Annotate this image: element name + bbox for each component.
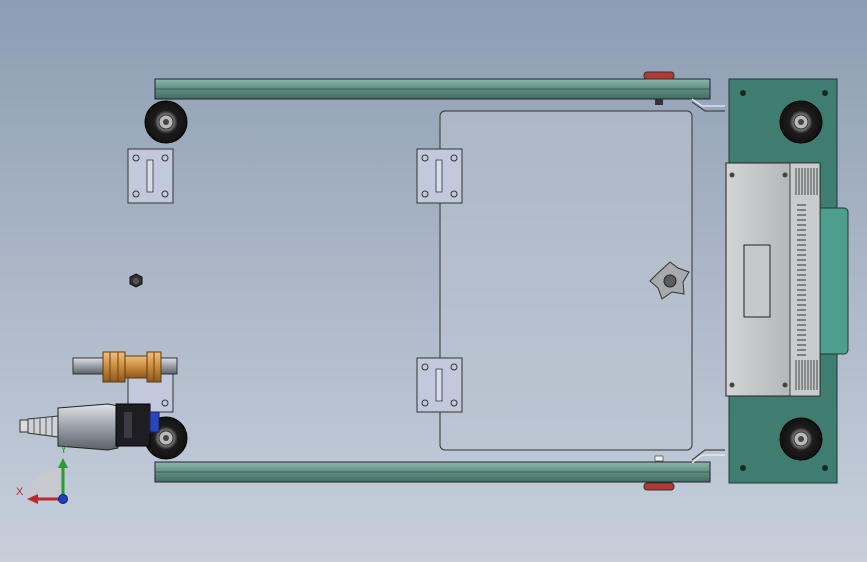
hex-nut bbox=[129, 273, 143, 288]
hinge-top-middle bbox=[416, 148, 463, 204]
caster-wheel-top-right bbox=[779, 100, 823, 144]
bottom-rail[interactable] bbox=[154, 455, 711, 491]
cad-viewport[interactable]: X Y bbox=[0, 0, 867, 562]
axis-triad bbox=[27, 458, 68, 504]
control-box-label-window bbox=[743, 244, 771, 318]
hinge-bottom-middle bbox=[416, 357, 463, 413]
hinge-top-left bbox=[127, 148, 174, 204]
caster-wheel-bottom-right bbox=[779, 417, 823, 461]
x-axis-label: X bbox=[16, 486, 24, 498]
cable-connector bbox=[19, 403, 160, 451]
z-axis-point bbox=[58, 494, 68, 504]
red-button-top bbox=[643, 71, 675, 80]
top-rail[interactable] bbox=[154, 71, 711, 105]
red-button-bottom bbox=[643, 482, 675, 491]
control-box[interactable] bbox=[725, 162, 821, 397]
brass-fitting bbox=[72, 351, 178, 383]
caster-wheel-top-left bbox=[144, 100, 188, 144]
y-axis-label: Y bbox=[60, 444, 68, 456]
cad-model-drawing[interactable] bbox=[0, 0, 867, 562]
